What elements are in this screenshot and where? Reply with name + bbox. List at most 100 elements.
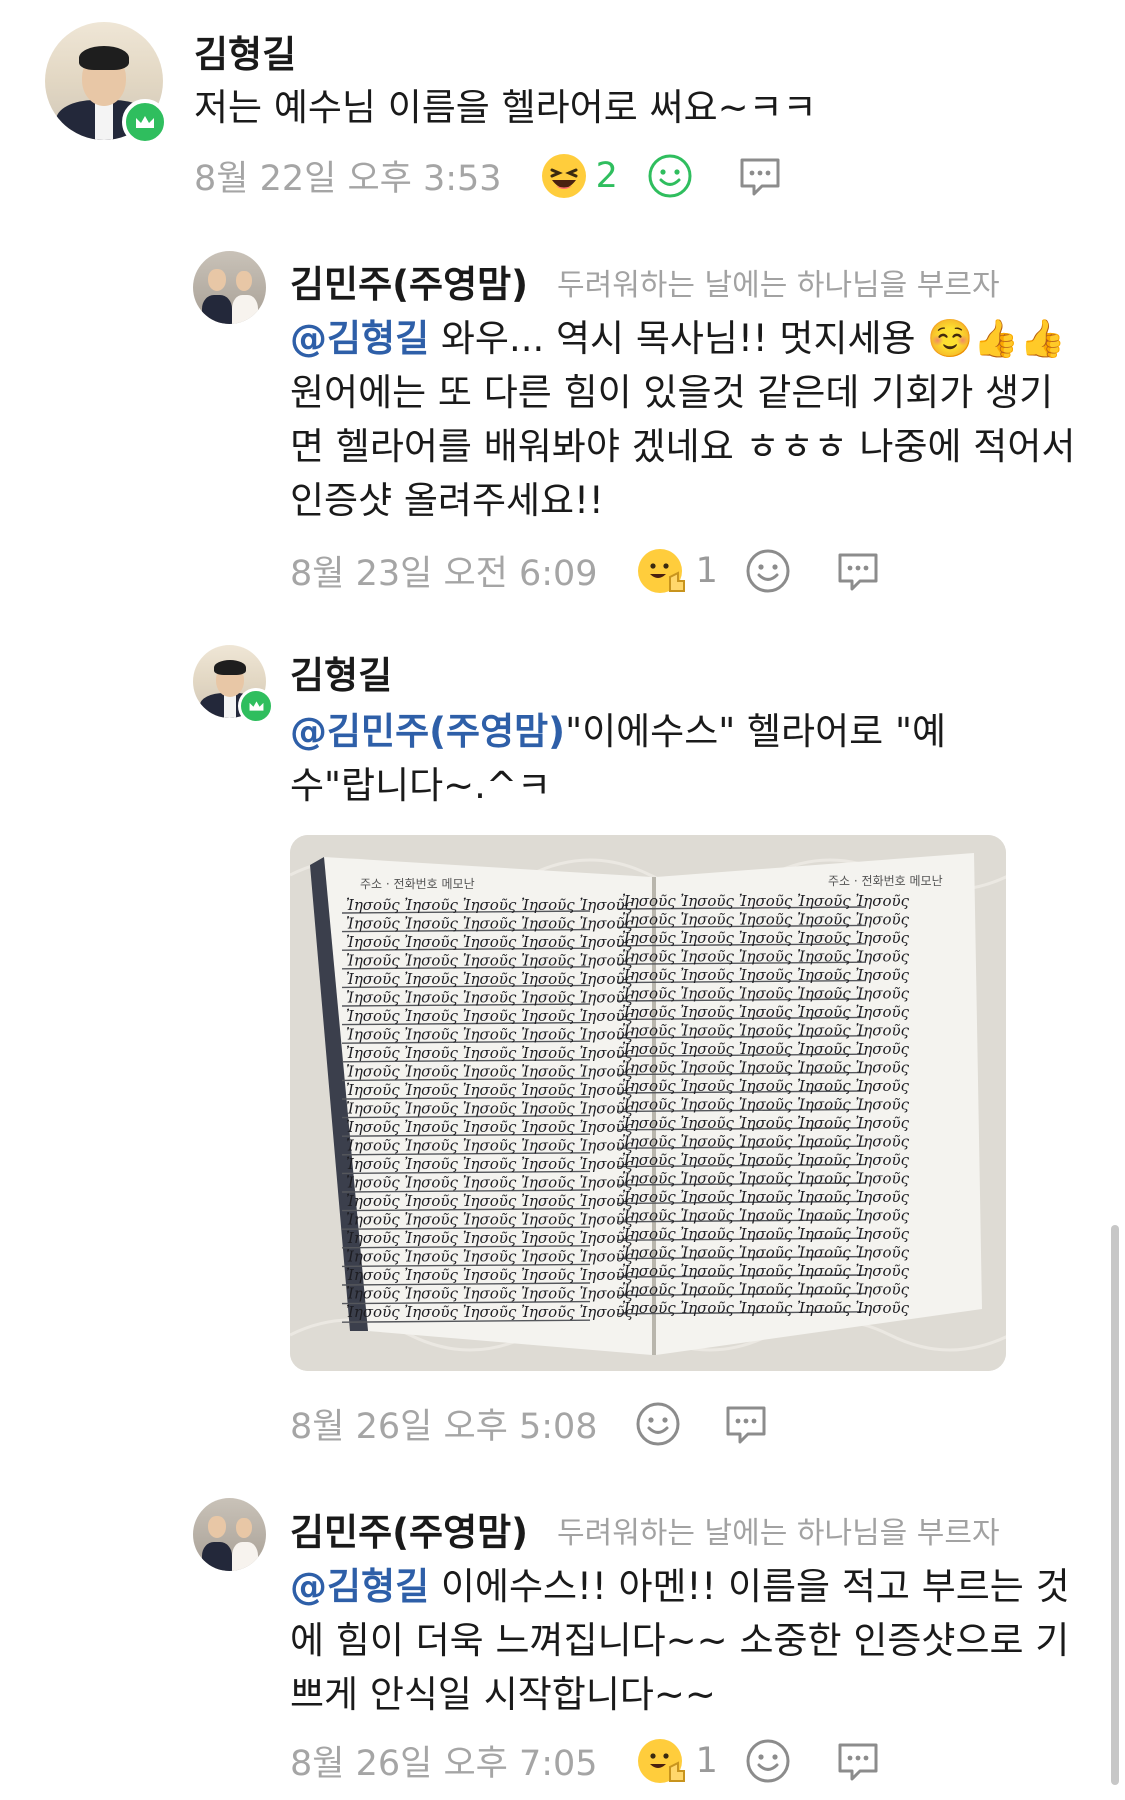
avatar-kimminju[interactable] — [193, 1498, 266, 1571]
handwritten-line: Ἰησοῦς Ἰησοῦς Ἰησοῦς Ἰησοῦς Ἰησοῦς — [622, 966, 910, 984]
mention-link[interactable]: @김민주(주영맘) — [290, 710, 565, 753]
scrollbar[interactable] — [1111, 1225, 1119, 1785]
author-tagline: 두려워하는 날에는 하나님을 부르자 — [557, 1516, 1000, 1551]
handwritten-line: Ἰησοῦς Ἰησοῦς Ἰησοῦς Ἰησοῦς Ἰησοῦς — [622, 1003, 910, 1021]
handwritten-line: Ἰησοῦς Ἰησοῦς Ἰησοῦς Ἰησοῦς Ἰησοῦς — [346, 1026, 634, 1044]
comment-meta: 8월 23일 오전 6:09 1 — [290, 545, 882, 596]
comment-author[interactable]: 김민주(주영맘) — [290, 254, 528, 308]
reply-button[interactable] — [736, 152, 784, 200]
comment-text: @김민주(주영맘)"이에수스" 헬라어로 "예수"랍니다~.^ㅋ — [290, 705, 1020, 813]
handwritten-line: Ἰησοῦς Ἰησοῦς Ἰησοῦς Ἰησοῦς Ἰησοῦς — [346, 1248, 634, 1266]
handwritten-line: Ἰησοῦς Ἰησοῦς Ἰησοῦς Ἰησοῦς Ἰησοῦς — [346, 915, 634, 933]
comment-meta: 8월 22일 오후 3:53 2 — [194, 150, 784, 201]
comment-meta: 8월 26일 오후 7:05 1 — [290, 1735, 882, 1786]
handwritten-line: Ἰησοῦς Ἰησοῦς Ἰησοῦς Ἰησοῦς Ἰησοῦς — [622, 1262, 910, 1280]
handwritten-line: Ἰησοῦς Ἰησοῦς Ἰησοῦς Ἰησοῦς Ἰησοῦς — [346, 1211, 634, 1229]
speech-bubble-icon — [740, 158, 780, 195]
handwritten-line: Ἰησοῦς Ἰησοῦς Ἰησοῦς Ἰησοῦς Ἰησοῦς — [346, 952, 634, 970]
notebook-header-left: 주소 · 전화번호 메모난 — [360, 877, 475, 891]
comment-time: 8월 23일 오전 6:09 — [290, 554, 598, 594]
speech-bubble-icon — [726, 1406, 766, 1443]
speech-bubble-icon — [838, 1743, 878, 1780]
crown-badge-icon — [122, 99, 168, 145]
handwritten-line: Ἰησοῦς Ἰησοῦς Ἰησοῦς Ἰησοῦς Ἰησοῦς — [346, 1192, 634, 1210]
handwritten-line: Ἰησοῦς Ἰησοῦς Ἰησοῦς Ἰησοῦς Ἰησοῦς — [622, 948, 910, 966]
handwritten-line: Ἰησοῦς Ἰησοῦς Ἰησοῦς Ἰησοῦς Ἰησοῦς — [622, 1188, 910, 1206]
handwritten-line: Ἰησοῦς Ἰησοῦς Ἰησοῦς Ἰησοῦς Ἰησοῦς — [622, 1114, 910, 1132]
handwritten-line: Ἰησοῦς Ἰησοῦς Ἰησοῦς Ἰησοῦς Ἰησοῦς — [346, 1007, 634, 1025]
handwritten-line: Ἰησοῦς Ἰησοῦς Ἰησοῦς Ἰησοῦς Ἰησοῦς — [622, 1077, 910, 1095]
handwritten-line: Ἰησοῦς Ἰησοῦς Ἰησοῦς Ἰησοῦς Ἰησοῦς — [346, 1044, 634, 1062]
author-tagline: 두려워하는 날에는 하나님을 부르자 — [557, 268, 1000, 303]
handwritten-line: Ἰησοῦς Ἰησοῦς Ἰησοῦς Ἰησοῦς Ἰησοῦς — [622, 1244, 910, 1262]
handwritten-line: Ἰησοῦς Ἰησοῦς Ἰησοῦς Ἰησοῦς Ἰησοῦς — [346, 933, 634, 951]
handwritten-line: Ἰησοῦς Ἰησοῦς Ἰησοῦς Ἰησοῦς Ἰησοῦς — [622, 1151, 910, 1169]
handwritten-line: Ἰησοῦς Ἰησοῦς Ἰησοῦς Ἰησοῦς Ἰησοῦς — [346, 1063, 634, 1081]
handwritten-line: Ἰησοῦς Ἰησοῦς Ἰησοῦς Ἰησοῦς Ἰησοῦς — [346, 1174, 634, 1192]
reaction-count: 1 — [695, 1740, 718, 1781]
comment-author[interactable]: 김민주(주영맘) — [290, 1502, 528, 1556]
handwritten-line: Ἰησοῦς Ἰησοῦς Ἰησοῦς Ἰησοῦς Ἰησοῦς — [622, 1040, 910, 1058]
reaction-summary[interactable]: 1 — [636, 1737, 718, 1785]
reaction-summary[interactable]: 2 — [540, 152, 618, 200]
mention-link[interactable]: @김형길 — [290, 1565, 429, 1608]
comment-text: @김형길 이에수스!! 아멘!! 이름을 적고 부르는 것에 힘이 더욱 느껴집… — [290, 1560, 1080, 1722]
reply-button[interactable] — [722, 1400, 770, 1448]
comment-text: 저는 예수님 이름을 헬라어로 써요~ㅋㅋ — [194, 86, 817, 129]
comment-meta: 8월 26일 오후 5:08 — [290, 1398, 770, 1449]
handwritten-line: Ἰησοῦς Ἰησοῦς Ἰησοῦς Ἰησοῦς Ἰησοῦς — [622, 929, 910, 947]
comment-time: 8월 26일 오후 7:05 — [290, 1744, 598, 1784]
smiley-icon — [648, 154, 692, 197]
handwritten-line: Ἰησοῦς Ἰησοῦς Ἰησοῦς Ἰησοῦς Ἰησοῦς — [622, 911, 910, 929]
avatar-kimminju[interactable] — [193, 251, 266, 324]
handwritten-line: Ἰησοῦς Ἰησοῦς Ἰησοῦς Ἰησοῦς Ἰησοῦς — [346, 1266, 634, 1284]
reaction-summary[interactable]: 1 — [636, 547, 718, 595]
add-reaction-button[interactable] — [646, 152, 694, 200]
attached-photo[interactable]: Ἰησοῦς Ἰησοῦς Ἰησοῦς Ἰησοῦς Ἰησοῦς Ἰησοῦς… — [290, 835, 1006, 1371]
handwritten-line: Ἰησοῦς Ἰησοῦς Ἰησοῦς Ἰησοῦς Ἰησοῦς — [622, 1096, 910, 1114]
handwritten-line: Ἰησοῦς Ἰησοῦς Ἰησοῦς Ἰησοῦς Ἰησοῦς — [622, 985, 910, 1003]
handwritten-line: Ἰησοῦς Ἰησοῦς Ἰησοῦς Ἰησοῦς Ἰησοῦς — [346, 1137, 634, 1155]
handwritten-line: Ἰησοῦς Ἰησοῦς Ἰησοῦς Ἰησοῦς Ἰησοῦς — [346, 1118, 634, 1136]
smiley-icon — [636, 1402, 680, 1445]
reaction-count: 1 — [695, 550, 718, 591]
handwritten-line: Ἰησοῦς Ἰησοῦς Ἰησοῦς Ἰησοῦς Ἰησοῦς — [346, 1229, 634, 1247]
handwritten-line: Ἰησοῦς Ἰησοῦς Ἰησοῦς Ἰησοῦς Ἰησοῦς — [346, 896, 634, 914]
handwritten-line: Ἰησοῦς Ἰησοῦς Ἰησοῦς Ἰησοῦς Ἰησοῦς — [622, 1170, 910, 1188]
handwritten-line: Ἰησοῦς Ἰησοῦς Ἰησοῦς Ἰησοῦς Ἰησοῦς — [622, 1022, 910, 1040]
reply-button[interactable] — [834, 547, 882, 595]
thumbs-up-emoji-icon — [637, 548, 685, 593]
handwritten-line: Ἰησοῦς Ἰησοῦς Ἰησοῦς Ἰησοῦς Ἰησοῦς — [622, 1059, 910, 1077]
comment-author[interactable]: 김형길 — [194, 24, 296, 78]
smiley-icon — [746, 1739, 790, 1782]
mention-link[interactable]: @김형길 — [290, 317, 429, 360]
comment-author[interactable]: 김형길 — [290, 645, 392, 699]
handwritten-line: Ἰησοῦς Ἰησοῦς Ἰησοῦς Ἰησοῦς Ἰησοῦς — [346, 1081, 634, 1099]
handwritten-line: Ἰησοῦς Ἰησοῦς Ἰησοῦς Ἰησοῦς Ἰησοῦς — [622, 1299, 910, 1317]
notebook-photo: Ἰησοῦς Ἰησοῦς Ἰησοῦς Ἰησοῦς ἸησοῦςἸησοῦς… — [290, 835, 1006, 1371]
add-reaction-button[interactable] — [744, 547, 792, 595]
handwritten-line: Ἰησοῦς Ἰησοῦς Ἰησοῦς Ἰησοῦς Ἰησοῦς — [346, 1285, 634, 1303]
add-reaction-button[interactable] — [744, 1737, 792, 1785]
notebook-header-right: 주소 · 전화번호 메모난 — [828, 874, 943, 888]
reply-button[interactable] — [834, 1737, 882, 1785]
handwritten-line: Ἰησοῦς Ἰησοῦς Ἰησοῦς Ἰησοῦς Ἰησοῦς — [622, 1133, 910, 1151]
handwritten-line: Ἰησοῦς Ἰησοῦς Ἰησοῦς Ἰησοῦς Ἰησοῦς — [346, 1303, 634, 1321]
smiley-icon — [746, 549, 790, 592]
handwritten-line: Ἰησοῦς Ἰησοῦς Ἰησοῦς Ἰησοῦς Ἰησοῦς — [346, 1155, 634, 1173]
add-reaction-button[interactable] — [634, 1400, 682, 1448]
comment-text: @김형길 와우... 역시 목사님!! 멋지세용 ☺️👍👍 원어에는 또 다른 … — [290, 312, 1080, 528]
handwritten-line: Ἰησοῦς Ἰησοῦς Ἰησοῦς Ἰησοῦς Ἰησοῦς — [346, 989, 634, 1007]
laughing-emoji-icon — [541, 153, 586, 198]
handwritten-line: Ἰησοῦς Ἰησοῦς Ἰησοῦς Ἰησοῦς Ἰησοῦς — [622, 1207, 910, 1225]
handwritten-line: Ἰησοῦς Ἰησοῦς Ἰησοῦς Ἰησοῦς Ἰησοῦς — [622, 1281, 910, 1299]
thumbs-up-emoji-icon — [637, 1738, 685, 1783]
comment-time: 8월 26일 오후 5:08 — [290, 1407, 598, 1447]
handwritten-line: Ἰησοῦς Ἰησοῦς Ἰησοῦς Ἰησοῦς Ἰησοῦς — [346, 1100, 634, 1118]
handwritten-line: Ἰησοῦς Ἰησοῦς Ἰησοῦς Ἰησοῦς Ἰησοῦς — [346, 970, 634, 988]
handwritten-line: Ἰησοῦς Ἰησοῦς Ἰησοῦς Ἰησοῦς Ἰησοῦς — [622, 892, 910, 910]
reaction-count: 2 — [595, 155, 618, 196]
speech-bubble-icon — [838, 553, 878, 590]
comment-time: 8월 22일 오후 3:53 — [194, 159, 502, 199]
crown-badge-icon — [238, 688, 274, 724]
